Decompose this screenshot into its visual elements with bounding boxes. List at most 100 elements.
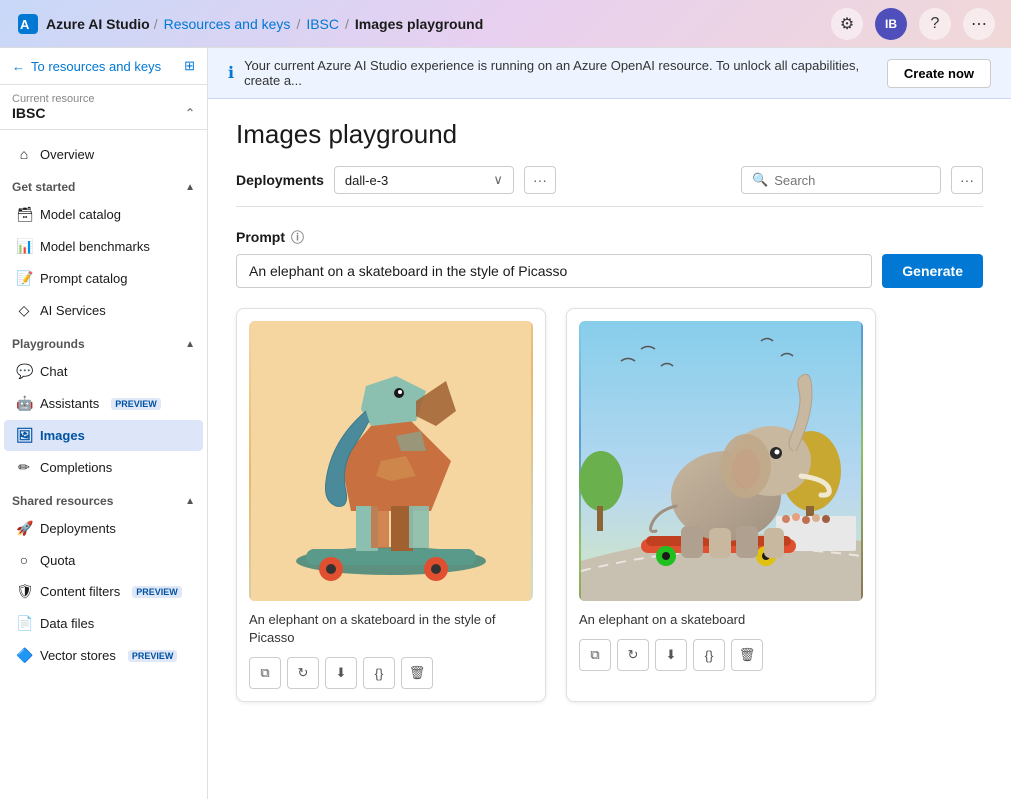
resource-name: IBSC xyxy=(12,105,45,121)
image-actions-1: ⧉ ↻ ⬇ {} 🗑 xyxy=(249,657,533,689)
completions-label: Completions xyxy=(40,460,112,475)
search-more-button[interactable]: ··· xyxy=(951,166,983,194)
ai-services-label: AI Services xyxy=(40,303,106,318)
deployment-more-button[interactable]: ··· xyxy=(524,166,556,194)
grid-icon: ⊞ xyxy=(184,58,195,74)
top-nav: A Azure AI Studio / Resources and keys /… xyxy=(0,0,1011,48)
content-filters-icon: 🛡 xyxy=(16,583,32,600)
help-button[interactable]: ? xyxy=(919,8,951,40)
info-icon: ℹ xyxy=(228,63,234,83)
sidebar-navigation: ⌂ Overview Get started ▲ 🗃 Model catalog… xyxy=(0,130,207,799)
chat-icon: 💬 xyxy=(16,363,32,380)
main-content: Images playground Deployments dall-e-3 ∨… xyxy=(208,99,1011,799)
sidebar-item-images[interactable]: 🖼 Images xyxy=(4,420,203,451)
svg-text:A: A xyxy=(20,17,30,32)
content-filters-preview-badge: PREVIEW xyxy=(132,586,182,598)
image-container-2 xyxy=(579,321,863,601)
sidebar-item-quota[interactable]: ○ Quota xyxy=(4,545,203,575)
sidebar-item-ai-services[interactable]: ◇ AI Services xyxy=(4,295,203,326)
data-files-label: Data files xyxy=(40,616,94,631)
download-button-1[interactable]: ⬇ xyxy=(325,657,357,689)
breadcrumb-resources[interactable]: Resources and keys xyxy=(164,16,291,32)
sidebar-item-model-catalog[interactable]: 🗃 Model catalog xyxy=(4,199,203,230)
code-button-2[interactable]: {} xyxy=(693,639,725,671)
search-icon: 🔍 xyxy=(752,172,768,188)
images-label: Images xyxy=(40,428,85,443)
get-started-collapse[interactable]: ▲ xyxy=(185,182,195,193)
image-card-2: An elephant on a skateboard ⧉ ↻ ⬇ {} 🗑 xyxy=(566,308,876,702)
prompt-catalog-label: Prompt catalog xyxy=(40,271,127,286)
quota-icon: ○ xyxy=(16,552,32,568)
resource-value[interactable]: IBSC ⌃ xyxy=(12,105,195,121)
prompt-row: Generate xyxy=(236,254,983,288)
model-catalog-label: Model catalog xyxy=(40,207,121,222)
image-grid: An elephant on a skateboard in the style… xyxy=(236,308,983,702)
quota-label: Quota xyxy=(40,553,75,568)
generate-button[interactable]: Generate xyxy=(882,254,983,288)
settings-button[interactable]: ⚙ xyxy=(831,8,863,40)
breadcrumb-sep1: / xyxy=(154,16,158,32)
breadcrumb-current: Images playground xyxy=(355,16,483,32)
delete-button-2[interactable]: 🗑 xyxy=(731,639,763,671)
avatar[interactable]: IB xyxy=(875,8,907,40)
search-input[interactable] xyxy=(774,173,924,188)
breadcrumb-sep2: / xyxy=(296,16,300,32)
info-banner: ℹ Your current Azure AI Studio experienc… xyxy=(208,48,1011,99)
create-now-button[interactable]: Create now xyxy=(887,59,991,88)
sidebar-item-overview[interactable]: ⌂ Overview xyxy=(4,139,203,169)
sidebar-item-chat[interactable]: 💬 Chat xyxy=(4,356,203,387)
chat-label: Chat xyxy=(40,364,67,379)
model-benchmarks-label: Model benchmarks xyxy=(40,239,150,254)
back-to-resources[interactable]: ← To resources and keys ⊞ xyxy=(0,48,207,85)
breadcrumb: / Resources and keys / IBSC / Images pla… xyxy=(154,16,484,32)
playgrounds-collapse[interactable]: ▲ xyxy=(185,339,195,350)
image-caption-1: An elephant on a skateboard in the style… xyxy=(249,611,533,647)
app-name: Azure AI Studio xyxy=(46,16,150,32)
more-menu-button[interactable]: ⋯ xyxy=(963,8,995,40)
ai-services-icon: ◇ xyxy=(16,302,32,319)
main-layout: ← To resources and keys ⊞ Current resour… xyxy=(0,48,1011,799)
selected-deployment: dall-e-3 xyxy=(345,173,388,188)
assistants-label: Assistants xyxy=(40,396,99,411)
sidebar-item-content-filters[interactable]: 🛡 Content filters PREVIEW xyxy=(4,576,203,607)
nav-actions: ⚙ IB ? ⋯ xyxy=(831,8,995,40)
download-button-2[interactable]: ⬇ xyxy=(655,639,687,671)
page-title: Images playground xyxy=(236,119,983,150)
sidebar-item-data-files[interactable]: 📄 Data files xyxy=(4,608,203,639)
shared-resources-collapse[interactable]: ▲ xyxy=(185,496,195,507)
playgrounds-label: Playgrounds xyxy=(12,337,85,351)
code-button-1[interactable]: {} xyxy=(363,657,395,689)
sidebar-item-model-benchmarks[interactable]: 📊 Model benchmarks xyxy=(4,231,203,262)
vector-stores-label: Vector stores xyxy=(40,648,116,663)
images-icon: 🖼 xyxy=(16,427,32,444)
refresh-button-1[interactable]: ↻ xyxy=(287,657,319,689)
sidebar-item-assistants[interactable]: 🤖 Assistants PREVIEW xyxy=(4,388,203,419)
select-chevron-icon: ∨ xyxy=(493,172,503,188)
refresh-button-2[interactable]: ↻ xyxy=(617,639,649,671)
prompt-input[interactable] xyxy=(236,254,872,288)
image-2 xyxy=(579,321,863,601)
breadcrumb-sep3: / xyxy=(345,16,349,32)
delete-button-1[interactable]: 🗑 xyxy=(401,657,433,689)
back-arrow-icon: ← xyxy=(12,59,25,74)
sidebar-item-deployments[interactable]: 🚀 Deployments xyxy=(4,513,203,544)
sidebar-item-completions[interactable]: ✏ Completions xyxy=(4,452,203,483)
overview-label: Overview xyxy=(40,147,94,162)
deployment-select[interactable]: dall-e-3 ∨ xyxy=(334,166,514,194)
sidebar-item-vector-stores[interactable]: 🔷 Vector stores PREVIEW xyxy=(4,640,203,671)
sidebar: ← To resources and keys ⊞ Current resour… xyxy=(0,48,208,799)
assistants-icon: 🤖 xyxy=(16,395,32,412)
content-filters-label: Content filters xyxy=(40,584,120,599)
search-box[interactable]: 🔍 xyxy=(741,166,941,194)
copy-button-2[interactable]: ⧉ xyxy=(579,639,611,671)
breadcrumb-ibsc[interactable]: IBSC xyxy=(306,16,339,32)
shared-resources-label: Shared resources xyxy=(12,494,113,508)
prompt-catalog-icon: 📝 xyxy=(16,270,32,287)
app-logo[interactable]: A Azure AI Studio xyxy=(16,12,150,36)
prompt-label-text: Prompt xyxy=(236,229,285,245)
completions-icon: ✏ xyxy=(16,459,32,476)
sidebar-item-prompt-catalog[interactable]: 📝 Prompt catalog xyxy=(4,263,203,294)
copy-button-1[interactable]: ⧉ xyxy=(249,657,281,689)
prompt-info-icon[interactable]: ⓘ xyxy=(291,227,304,246)
banner-text: Your current Azure AI Studio experience … xyxy=(244,58,877,88)
